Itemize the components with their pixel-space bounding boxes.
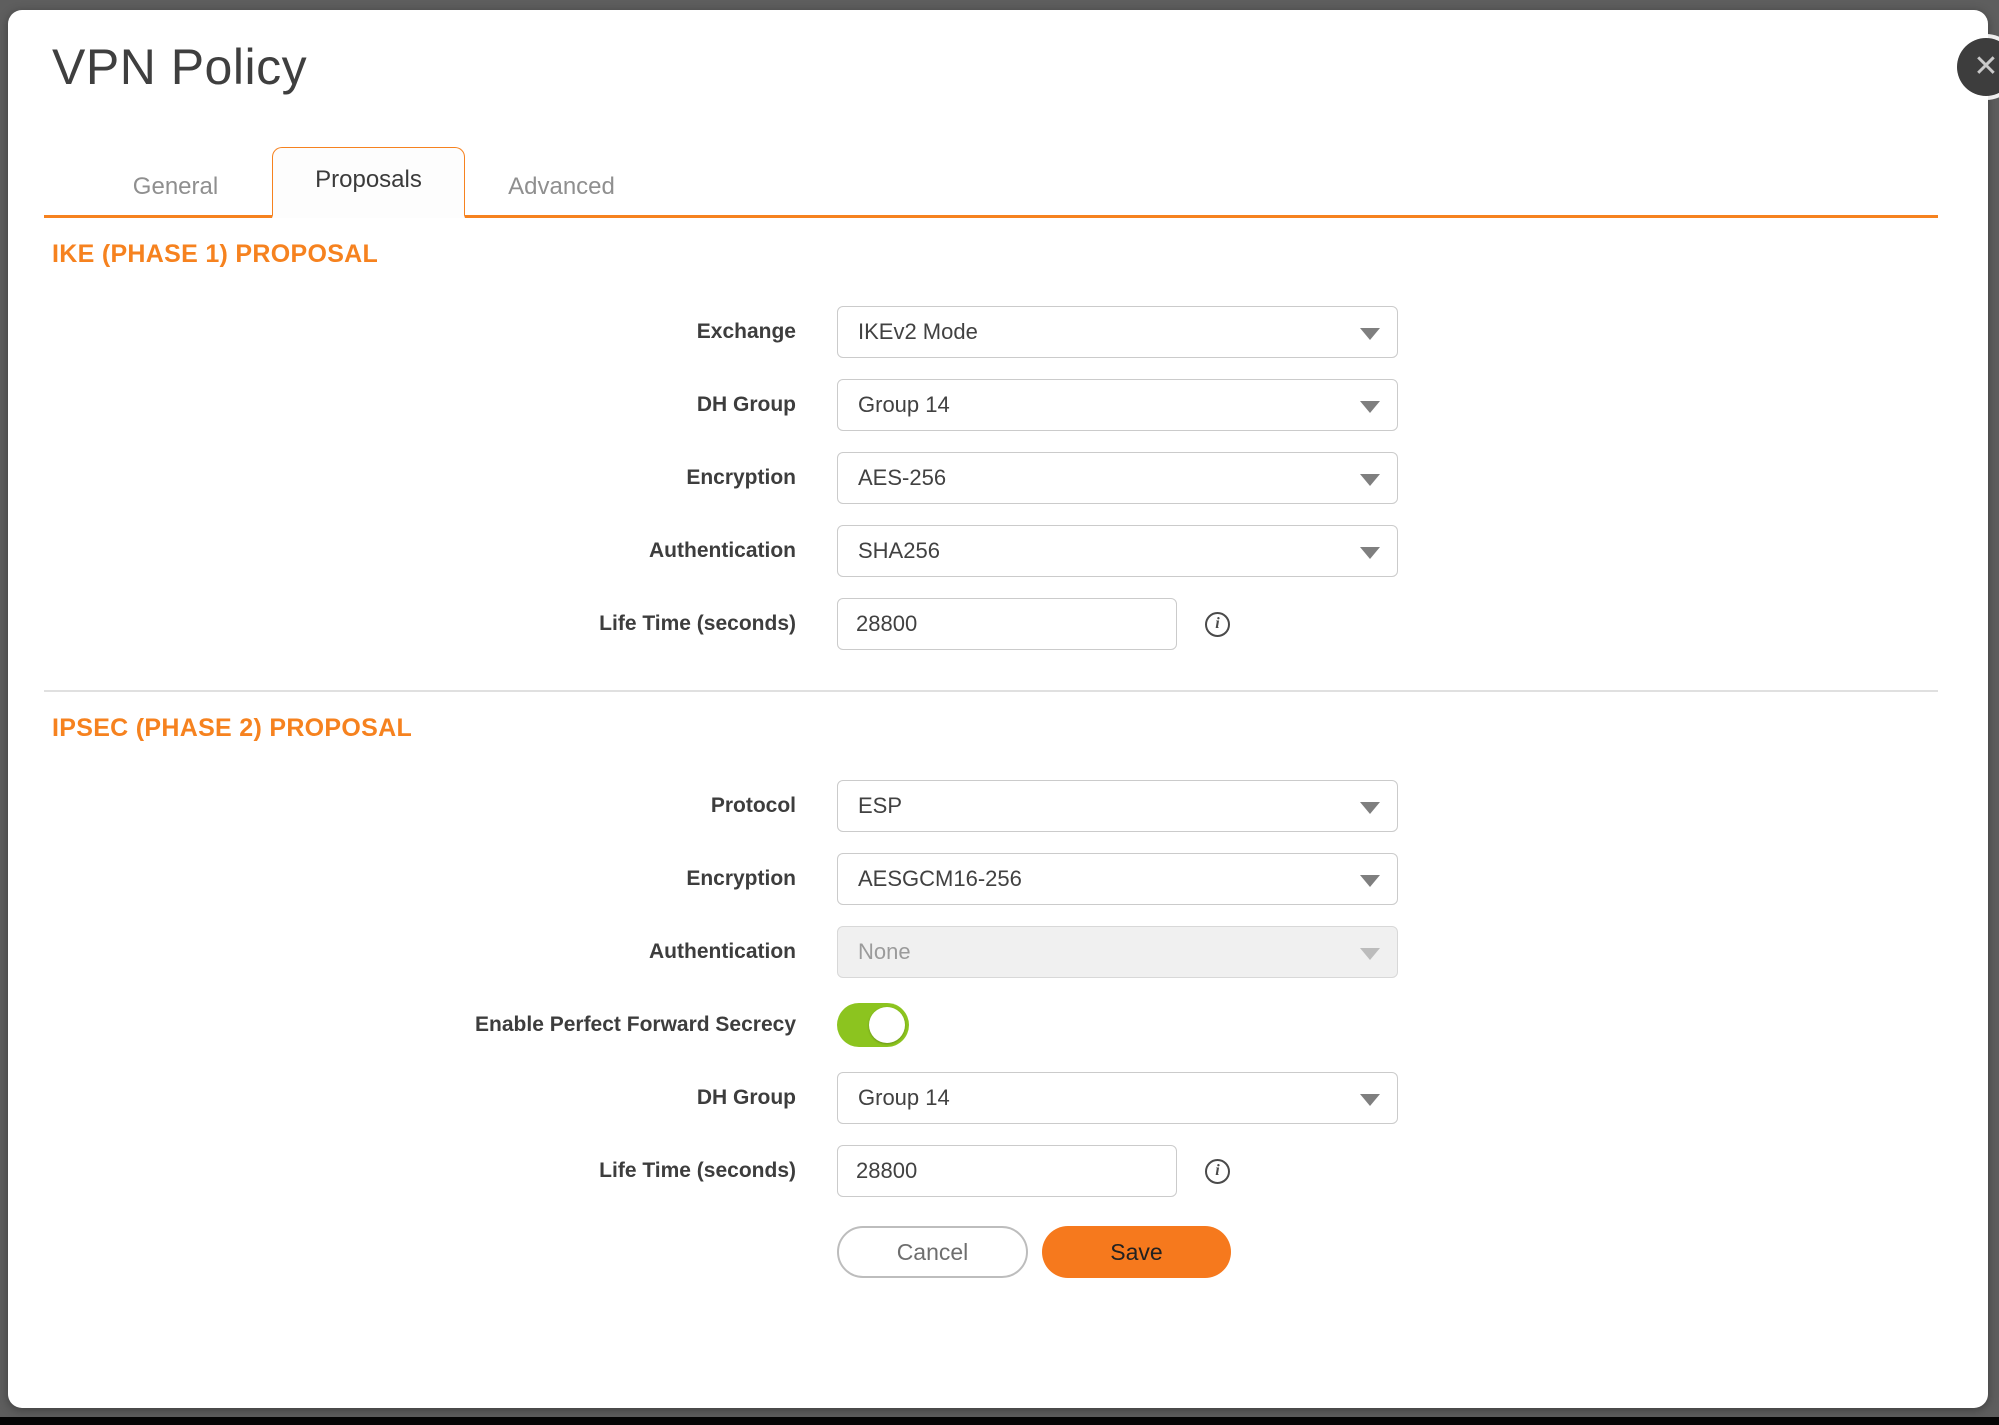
pfs-label: Enable Perfect Forward Secrecy bbox=[44, 1013, 796, 1037]
ipsec-lifetime-row: Life Time (seconds) i bbox=[44, 1145, 1938, 1197]
ike-lifetime-row: Life Time (seconds) i bbox=[44, 598, 1938, 650]
ipsec-dh-group-row: DH Group Group 14 bbox=[44, 1072, 1938, 1124]
chevron-down-icon bbox=[1360, 948, 1380, 960]
chevron-down-icon bbox=[1360, 547, 1380, 559]
ike-encryption-label: Encryption bbox=[44, 466, 796, 490]
chevron-down-icon bbox=[1360, 328, 1380, 340]
ipsec-encryption-row: Encryption AESGCM16-256 bbox=[44, 853, 1938, 905]
protocol-row: Protocol ESP bbox=[44, 780, 1938, 832]
save-button[interactable]: Save bbox=[1042, 1226, 1231, 1278]
ipsec-lifetime-label: Life Time (seconds) bbox=[44, 1159, 796, 1183]
ike-encryption-value: AES-256 bbox=[858, 465, 946, 491]
pfs-toggle[interactable] bbox=[837, 1003, 909, 1047]
chevron-down-icon bbox=[1360, 802, 1380, 814]
tab-bar: General Proposals Advanced bbox=[44, 147, 1938, 218]
ike-authentication-value: SHA256 bbox=[858, 538, 940, 564]
tab-advanced[interactable]: Advanced bbox=[465, 159, 658, 215]
ike-dh-group-row: DH Group Group 14 bbox=[44, 379, 1938, 431]
chevron-down-icon bbox=[1360, 401, 1380, 413]
ipsec-authentication-value: None bbox=[858, 939, 911, 965]
tab-proposals[interactable]: Proposals bbox=[272, 147, 465, 218]
ike-lifetime-label: Life Time (seconds) bbox=[44, 612, 796, 636]
cancel-button[interactable]: Cancel bbox=[837, 1226, 1028, 1278]
protocol-value: ESP bbox=[858, 793, 902, 819]
ike-phase1-heading: IKE (PHASE 1) PROPOSAL bbox=[52, 238, 1938, 270]
ike-authentication-label: Authentication bbox=[44, 539, 796, 563]
ike-lifetime-input[interactable] bbox=[837, 598, 1177, 650]
exchange-value: IKEv2 Mode bbox=[858, 319, 978, 345]
info-icon[interactable]: i bbox=[1205, 1159, 1230, 1184]
vpn-policy-dialog: VPN Policy General Proposals Advanced IK… bbox=[8, 10, 1988, 1408]
chevron-down-icon bbox=[1360, 875, 1380, 887]
window-bottom-edge bbox=[0, 1417, 1999, 1425]
protocol-select[interactable]: ESP bbox=[837, 780, 1398, 832]
info-icon[interactable]: i bbox=[1205, 612, 1230, 637]
ike-authentication-select[interactable]: SHA256 bbox=[837, 525, 1398, 577]
ike-dh-group-select[interactable]: Group 14 bbox=[837, 379, 1398, 431]
ipsec-dh-group-value: Group 14 bbox=[858, 1085, 950, 1111]
exchange-select[interactable]: IKEv2 Mode bbox=[837, 306, 1398, 358]
ipsec-phase2-form: Protocol ESP Encryption AESGCM16-256 bbox=[44, 780, 1938, 1278]
exchange-row: Exchange IKEv2 Mode bbox=[44, 306, 1938, 358]
ipsec-dh-group-label: DH Group bbox=[44, 1086, 796, 1110]
pfs-row: Enable Perfect Forward Secrecy bbox=[44, 999, 1938, 1051]
ipsec-authentication-label: Authentication bbox=[44, 940, 796, 964]
chevron-down-icon bbox=[1360, 1094, 1380, 1106]
ipsec-authentication-select: None bbox=[837, 926, 1398, 978]
toggle-knob bbox=[869, 1007, 905, 1043]
ipsec-dh-group-select[interactable]: Group 14 bbox=[837, 1072, 1398, 1124]
section-divider bbox=[44, 690, 1938, 692]
ike-dh-group-label: DH Group bbox=[44, 393, 796, 417]
ike-encryption-row: Encryption AES-256 bbox=[44, 452, 1938, 504]
ipsec-lifetime-input[interactable] bbox=[837, 1145, 1177, 1197]
tab-general[interactable]: General bbox=[79, 159, 272, 215]
ipsec-phase2-heading: IPSEC (PHASE 2) PROPOSAL bbox=[52, 712, 1938, 744]
ike-encryption-select[interactable]: AES-256 bbox=[837, 452, 1398, 504]
protocol-label: Protocol bbox=[44, 794, 796, 818]
footer-actions: Cancel Save bbox=[44, 1226, 1938, 1278]
ipsec-authentication-row: Authentication None bbox=[44, 926, 1938, 978]
ipsec-encryption-value: AESGCM16-256 bbox=[858, 866, 1022, 892]
ipsec-encryption-label: Encryption bbox=[44, 867, 796, 891]
ike-phase1-form: Exchange IKEv2 Mode DH Group Group 14 bbox=[44, 306, 1938, 650]
exchange-label: Exchange bbox=[44, 320, 796, 344]
ike-authentication-row: Authentication SHA256 bbox=[44, 525, 1938, 577]
ike-dh-group-value: Group 14 bbox=[858, 392, 950, 418]
page-title: VPN Policy bbox=[52, 36, 1938, 98]
chevron-down-icon bbox=[1360, 474, 1380, 486]
ipsec-encryption-select[interactable]: AESGCM16-256 bbox=[837, 853, 1398, 905]
